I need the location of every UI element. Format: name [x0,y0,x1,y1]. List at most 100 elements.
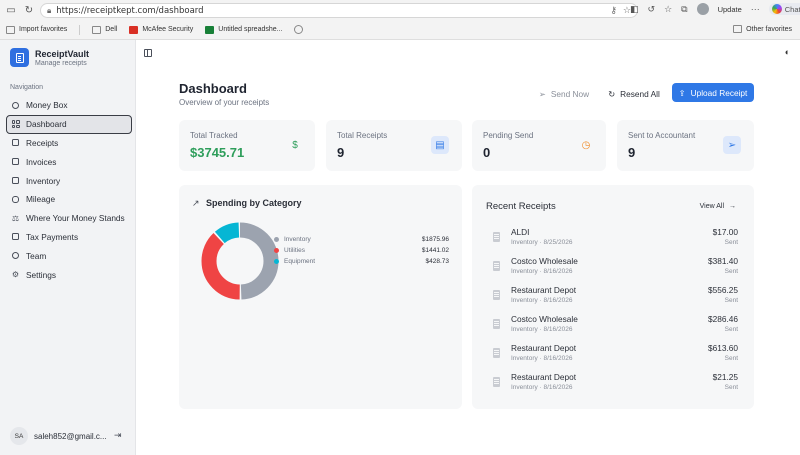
import-icon [6,25,15,34]
sidebar-item-money-box[interactable]: Money Box [6,96,132,115]
receipt-vendor: ALDI [511,227,530,237]
stat-value: $3745.71 [190,145,245,160]
send-now-button[interactable]: ➢ Send Now [534,84,594,103]
theme-toggle-icon[interactable]: ◐ [785,47,790,57]
receipt-status: Sent [724,297,738,304]
sidebar-item-label: Money Box [26,100,68,111]
sidebar-item-receipts[interactable]: Receipts [6,134,132,153]
sidebar-item-mileage[interactable]: Mileage [6,190,132,209]
receipt-row[interactable]: Costco Wholesale Inventory · 8/16/2026 $… [486,311,738,340]
receipt-row[interactable]: ALDI Inventory · 8/25/2026 $17.00 Sent [486,224,738,253]
view-all-link[interactable]: View All → [700,203,736,210]
bookmark-spreadsheet[interactable]: Untitled spreadshe... [205,25,282,34]
other-favorites[interactable]: Other favorites [733,25,792,33]
box-icon [11,176,20,185]
stat-card-total-tracked: Total Tracked $3745.71 $ [179,120,315,171]
legend-label: Equipment [284,257,316,265]
bookmark-label: McAfee Security [142,26,194,33]
upload-label: Upload Receipt [690,87,748,98]
stat-value: 0 [483,145,491,160]
send-icon: ➢ [723,136,741,154]
sidebar-item-settings[interactable]: ⚙ Settings [6,265,132,284]
bookmark-globe[interactable] [294,25,304,34]
receipt-row[interactable]: Restaurant Depot Inventory · 8/16/2026 $… [486,369,738,398]
sidebar-item-money-stands[interactable]: ⚖ Where Your Money Stands [6,209,132,228]
favorites-icon[interactable]: ☆ [664,4,672,15]
receipt-row[interactable]: Restaurant Depot Inventory · 8/16/2026 $… [486,282,738,311]
legend-amount: $428.73 [425,257,450,265]
sidebar-item-invoices[interactable]: Invoices [6,152,132,171]
avatar: SA [10,427,28,445]
reload-icon[interactable]: ↻ [22,3,36,17]
receipt-icon [493,261,500,271]
sidebar-item-tax-payments[interactable]: Tax Payments [6,228,132,247]
sidebar-item-label: Receipts [26,137,59,148]
extension-icon[interactable]: ◧ [630,4,639,15]
receipt-icon [11,138,20,147]
stat-label: Sent to Accountant [628,131,696,140]
resend-all-button[interactable]: ↻ Resend All [604,84,664,103]
receipt-status: Sent [724,239,738,246]
receipt-meta: Inventory · 8/16/2026 [511,326,573,333]
bookmark-mcafee[interactable]: McAfee Security [129,25,194,34]
receipt-icon [493,348,500,358]
sidebar-item-dashboard[interactable]: Dashboard [6,114,132,134]
receipt-status: Sent [724,355,738,362]
bookmarks-bar: Import favorites Dell McAfee Security Un… [0,20,800,40]
tax-icon [11,232,20,241]
stat-value: 9 [628,145,636,160]
sidebar-item-label: Inventory [26,175,61,186]
recent-receipts-card: Recent Receipts View All → ALDI Inventor… [472,185,754,409]
url-text: https://receiptkept.com/dashboard [56,5,204,16]
legend-row-inventory: Inventory $1875.96 [274,234,449,244]
upload-receipt-button[interactable]: ⇪ Upload Receipt [672,83,754,102]
receipt-amount: $381.40 [708,256,738,266]
stat-label: Total Receipts [337,131,388,140]
sidebar-item-inventory[interactable]: Inventory [6,171,132,190]
clock-icon: ◷ [581,139,591,151]
sidebar-item-label: Invoices [26,156,57,167]
legend-dot [274,236,279,242]
receipt-row[interactable]: Costco Wholesale Inventory · 8/16/2026 $… [486,253,738,282]
user-email: saleh852@gmail.c... [34,431,107,441]
receipt-vendor: Restaurant Depot [511,285,577,295]
bookmark-dell[interactable]: Dell [92,25,117,34]
sidebar-item-label: Tax Payments [26,231,79,242]
receipt-meta: Inventory · 8/16/2026 [511,355,573,362]
sidebar-item-team[interactable]: Team [6,246,132,265]
stat-card-sent-accountant: Sent to Accountant 9 ➢ [617,120,754,171]
receipt-row[interactable]: Restaurant Depot Inventory · 8/16/2026 $… [486,340,738,369]
sidebar-item-label: Team [26,250,47,261]
user-profile[interactable]: SA saleh852@gmail.c... [10,427,107,445]
logout-icon[interactable]: ⇥ [114,430,122,441]
arrow-right-icon: → [729,203,736,210]
sidebar-item-label: Where Your Money Stands [26,213,125,224]
key-icon[interactable]: ⚷ [610,5,617,16]
mcafee-icon [129,25,139,34]
car-icon [11,195,20,204]
legend-row-equipment: Equipment $428.73 [274,256,449,266]
profile-avatar[interactable] [696,3,709,15]
chat-button[interactable]: Chat [768,3,800,15]
folder-icon [92,25,102,34]
receipt-status: Sent [724,268,738,275]
address-bar[interactable]: 🔒︎ https://receiptkept.com/dashboard ⚷ ☆ [40,3,638,18]
receipt-meta: Inventory · 8/25/2026 [511,239,573,246]
bookmark-import[interactable]: Import favorites [6,25,67,34]
chat-label: Chat [784,4,800,14]
update-button[interactable]: Update [718,5,742,14]
brand[interactable]: ReceiptVault Manage receipts [10,48,89,67]
legend-label: Utilities [284,246,305,254]
stat-label: Pending Send [483,131,534,140]
tab-actions-icon[interactable]: ▭ [4,3,18,17]
brand-tagline: Manage receipts [35,59,87,67]
refresh-ext-icon[interactable]: ↺ [648,4,656,15]
scale-icon: ⚖ [11,213,20,223]
legend-amount: $1441.02 [421,246,449,254]
collections-icon[interactable]: ⧉ [681,4,687,15]
receipt-icon [493,319,500,329]
more-icon[interactable]: ··· [751,4,760,14]
sidebar-toggle-icon[interactable] [144,49,152,57]
sidebar-nav: Money Box Dashboard Receipts Invoices In… [6,96,132,284]
piggy-icon [11,101,20,110]
